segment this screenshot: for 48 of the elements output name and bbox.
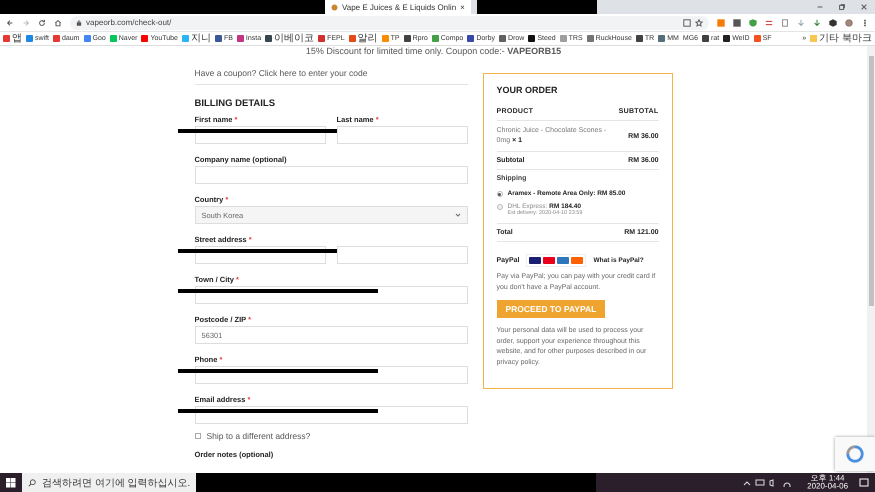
home-icon[interactable] — [54, 18, 62, 26]
card-logos-drawing — [526, 254, 586, 267]
extension-icon[interactable] — [781, 18, 789, 26]
shield-icon[interactable] — [749, 18, 757, 26]
bookmark-item[interactable]: 이베이코 — [265, 32, 314, 44]
radio-button[interactable] — [496, 204, 502, 210]
close-icon[interactable] — [860, 3, 868, 11]
back-arrow-icon[interactable] — [6, 18, 14, 26]
tab-title: Vape E Juices & E Liquids Onlin — [342, 2, 456, 12]
clock[interactable]: 오후 1:44 2020-04-06 — [806, 474, 848, 490]
checkbox-label: Ship to a different address? — [206, 431, 310, 441]
section-heading: YOUR ORDER — [496, 85, 559, 95]
chevron-down-icon — [454, 213, 460, 217]
menu-icon[interactable] — [861, 18, 869, 26]
cube-icon[interactable] — [829, 18, 837, 26]
coupon-notice: Have a coupon? Click here to enter your code — [194, 68, 468, 85]
section-heading: BILLING DETAILS — [194, 98, 276, 109]
restore-icon[interactable] — [838, 3, 846, 11]
url-text: vapeorb.com/check-out/ — [86, 18, 172, 27]
tab-close-button[interactable]: × — [460, 2, 465, 12]
download-icon[interactable] — [813, 18, 821, 26]
scrollbar[interactable] — [867, 46, 875, 473]
notification-icon[interactable] — [859, 478, 869, 488]
input-field[interactable] — [336, 126, 468, 144]
reload-icon[interactable] — [38, 18, 46, 26]
bookmark-item[interactable]: 지니 — [182, 32, 211, 44]
radio-button[interactable] — [496, 191, 502, 197]
bookmark-item[interactable]: 앱 — [3, 32, 22, 44]
browser-tab[interactable]: Vape E Juices & E Liquids Onlin × — [325, 0, 471, 14]
folder-icon — [810, 35, 818, 42]
download-icon[interactable] — [797, 18, 805, 26]
bookmark-item[interactable]: 알리 — [348, 32, 378, 44]
site-icon — [331, 4, 338, 10]
checkbox[interactable] — [194, 433, 200, 439]
taskbar-search-field[interactable]: 검색하려면 여기에 입력하십시오. — [22, 473, 196, 492]
input-field[interactable] — [336, 246, 468, 264]
discount-text: 15% Discount for limited time only. Coupon code:- VAPEORB15 — [306, 46, 562, 56]
avatar-icon[interactable] — [845, 18, 853, 26]
other-bookmarks-folder[interactable]: 기타 북마크 — [810, 32, 872, 44]
lock-icon[interactable] — [76, 20, 82, 26]
coupon-link[interactable]: Click here to enter your code — [258, 68, 368, 78]
search-icon — [28, 478, 36, 486]
recaptcha-badge[interactable] — [835, 437, 875, 471]
recaptcha-icon — [846, 445, 864, 463]
extension-icon[interactable] — [765, 18, 773, 26]
input-field[interactable] — [194, 166, 468, 184]
address-bar[interactable]: vapeorb.com/check-out/ — [70, 16, 709, 30]
star-icon[interactable] — [695, 18, 703, 26]
